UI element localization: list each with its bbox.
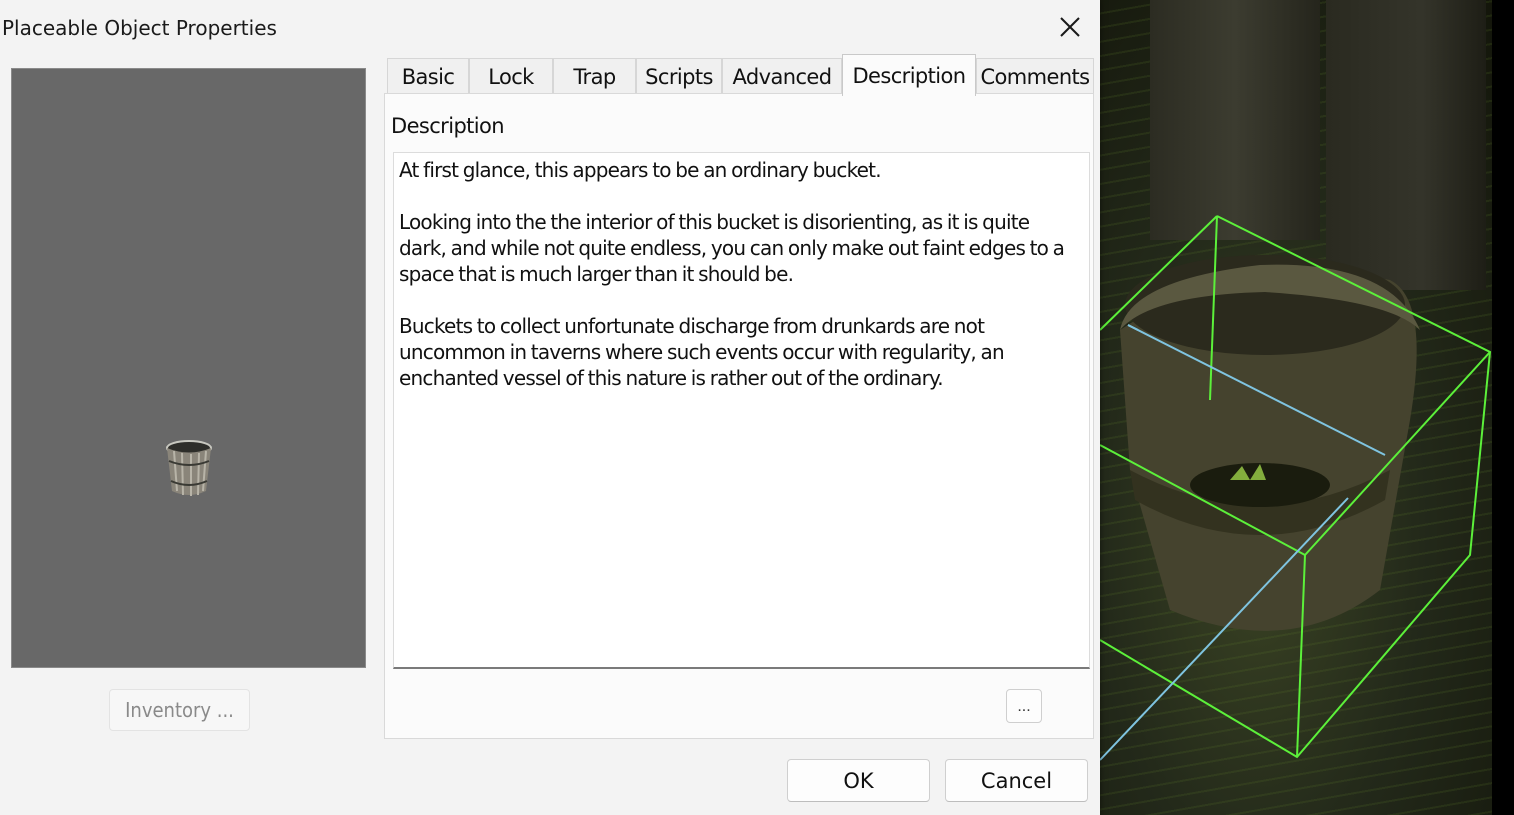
properties-dialog: Placeable Object Properties Inventory ..… xyxy=(0,0,1100,815)
window-title: Placeable Object Properties xyxy=(2,16,277,40)
tab-advanced[interactable]: Advanced xyxy=(722,58,842,95)
title-bar[interactable]: Placeable Object Properties xyxy=(0,0,1100,56)
tab-lock[interactable]: Lock xyxy=(469,58,553,95)
tab-comments[interactable]: Comments xyxy=(976,58,1094,95)
scene-render xyxy=(1099,215,1492,761)
model-preview[interactable] xyxy=(11,68,366,668)
ok-button[interactable]: OK xyxy=(787,759,930,802)
screen-edge xyxy=(1492,0,1514,815)
tab-scripts[interactable]: Scripts xyxy=(636,58,722,95)
inventory-button[interactable]: Inventory ... xyxy=(109,689,250,731)
tab-trap[interactable]: Trap xyxy=(553,58,636,95)
tab-basic[interactable]: Basic xyxy=(387,58,469,95)
tab-description[interactable]: Description xyxy=(842,54,976,96)
description-label: Description xyxy=(391,114,505,138)
edit-description-button[interactable]: ... xyxy=(1006,689,1042,723)
scene-viewport[interactable] xyxy=(1090,0,1514,815)
close-icon xyxy=(1060,17,1080,37)
description-textarea[interactable]: At first glance, this appears to be an o… xyxy=(393,152,1090,669)
bucket-icon xyxy=(166,440,212,496)
cancel-button[interactable]: Cancel xyxy=(945,759,1088,802)
close-button[interactable] xyxy=(1046,6,1094,48)
description-tab-panel: Description At first glance, this appear… xyxy=(384,93,1094,739)
